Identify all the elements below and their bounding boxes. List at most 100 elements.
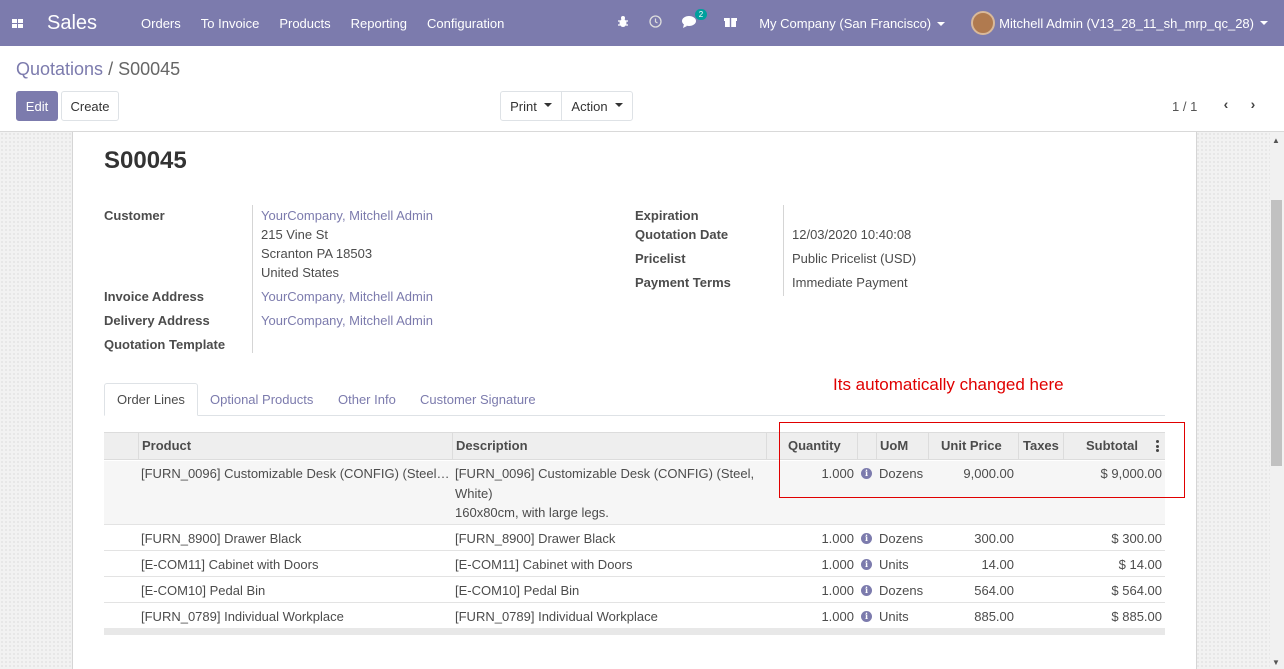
row-unit-price[interactable]: 564.00 <box>930 583 1014 598</box>
row-product[interactable]: [FURN_0789] Individual Workplace <box>141 609 344 624</box>
info-icon[interactable]: i <box>861 559 872 570</box>
row-description[interactable]: [FURN_0789] Individual Workplace <box>455 609 658 624</box>
row-quantity[interactable]: 1.000 <box>790 557 854 572</box>
row-quantity[interactable]: 1.000 <box>790 609 854 624</box>
info-icon[interactable]: i <box>861 533 872 544</box>
table-footer <box>104 628 1165 635</box>
customer-label: Customer <box>104 208 165 223</box>
tab-other-info[interactable]: Other Info <box>338 383 396 416</box>
clock-icon[interactable] <box>649 15 662 31</box>
column-separator <box>138 433 139 459</box>
breadcrumb-quotations[interactable]: Quotations <box>16 59 103 79</box>
invoice-address-label: Invoice Address <box>104 289 204 304</box>
column-header-product[interactable]: Product <box>142 438 191 453</box>
menu-reporting[interactable]: Reporting <box>351 16 407 31</box>
action-dropdown[interactable]: Action <box>561 91 633 121</box>
annotation-text: Its automatically changed here <box>833 375 1064 394</box>
info-icon[interactable]: i <box>861 585 872 596</box>
customer-street: 215 Vine St <box>261 227 328 242</box>
payment-terms-field: Immediate Payment <box>792 275 908 290</box>
action-label: Action <box>571 98 608 114</box>
row-unit-price[interactable]: 300.00 <box>930 531 1014 546</box>
pricelist-label: Pricelist <box>635 251 686 266</box>
customer-country: United States <box>261 265 340 280</box>
quotation-date-label: Quotation Date <box>635 227 729 242</box>
tab-customer-signature[interactable]: Customer Signature <box>420 383 536 416</box>
gift-icon[interactable] <box>724 15 738 31</box>
annotation-highlight-box <box>779 422 1185 498</box>
invoice-address-field[interactable]: YourCompany, Mitchell Admin <box>261 289 433 304</box>
row-product[interactable]: [E-COM10] Pedal Bin <box>141 583 265 598</box>
row-description[interactable]: [E-COM11] Cabinet with Doors <box>455 557 633 572</box>
quotation-date-field: 12/03/2020 10:40:08 <box>792 227 912 242</box>
company-name: My Company (San Francisco) <box>759 15 932 31</box>
scroll-up-icon[interactable]: ▲ <box>1272 136 1280 145</box>
menu-products[interactable]: Products <box>279 16 330 31</box>
row-unit-price[interactable]: 885.00 <box>930 609 1014 624</box>
row-divider <box>104 602 1165 603</box>
column-separator <box>452 433 453 459</box>
bug-icon[interactable] <box>617 15 629 31</box>
field-divider <box>783 205 784 296</box>
menu-orders[interactable]: Orders <box>141 16 181 31</box>
chevron-down-icon <box>937 22 946 27</box>
customer-field[interactable]: YourCompany, Mitchell Admin <box>261 208 433 223</box>
chat-icon[interactable]: 2 <box>682 9 708 31</box>
chevron-down-icon <box>614 103 623 107</box>
print-label: Print <box>510 98 537 114</box>
apps-menu-icon[interactable] <box>0 0 34 46</box>
row-description[interactable]: [FURN_8900] Drawer Black <box>455 531 615 546</box>
delivery-address-field[interactable]: YourCompany, Mitchell Admin <box>261 313 433 328</box>
row-quantity[interactable]: 1.000 <box>790 531 854 546</box>
payment-terms-label: Payment Terms <box>635 275 731 290</box>
row-uom[interactable]: Dozens <box>879 583 923 598</box>
row-subtotal: $ 300.00 <box>1111 531 1162 546</box>
breadcrumb-separator: / <box>108 59 114 79</box>
expiration-label: Expiration <box>635 208 699 223</box>
row-uom[interactable]: Units <box>879 557 909 572</box>
row-uom[interactable]: Units <box>879 609 909 624</box>
column-header-description[interactable]: Description <box>456 438 528 453</box>
quotation-template-label: Quotation Template <box>104 337 226 352</box>
row-divider <box>104 550 1165 551</box>
breadcrumb-current: S00045 <box>118 59 181 79</box>
field-divider <box>252 205 253 353</box>
row-subtotal: $ 14.00 <box>1118 557 1162 572</box>
user-menu[interactable]: Mitchell Admin (V13_28_11_sh_mrp_qc_28) <box>971 11 1268 35</box>
pager-value[interactable]: 1 / 1 <box>1172 99 1197 114</box>
customer-city: Scranton PA 18503 <box>261 246 373 261</box>
row-uom[interactable]: Dozens <box>879 531 923 546</box>
row-product[interactable]: [FURN_8900] Drawer Black <box>141 531 301 546</box>
tab-optional-products[interactable]: Optional Products <box>210 383 313 416</box>
pager-previous-icon[interactable]: ‹ <box>1219 96 1233 116</box>
menu-to-invoice[interactable]: To Invoice <box>201 16 260 31</box>
row-unit-price[interactable]: 14.00 <box>930 557 1014 572</box>
top-navbar: Sales Orders To Invoice Products Reporti… <box>0 0 1284 46</box>
create-button[interactable]: Create <box>61 91 119 121</box>
breadcrumb: Quotations / S00045 <box>16 59 180 80</box>
scrollbar-thumb[interactable] <box>1271 200 1282 466</box>
row-quantity[interactable]: 1.000 <box>790 583 854 598</box>
print-dropdown[interactable]: Print <box>500 91 562 121</box>
delivery-address-label: Delivery Address <box>104 313 210 328</box>
info-icon[interactable]: i <box>861 611 872 622</box>
messages-badge: 2 <box>694 9 708 20</box>
company-switcher[interactable]: My Company (San Francisco) <box>759 15 946 31</box>
pager-next-icon[interactable]: › <box>1246 96 1260 116</box>
row-divider <box>104 576 1165 577</box>
scroll-down-icon[interactable]: ▼ <box>1272 658 1280 667</box>
column-separator <box>766 433 767 459</box>
chevron-down-icon <box>1260 21 1268 25</box>
tab-order-lines[interactable]: Order Lines <box>104 383 198 416</box>
edit-button[interactable]: Edit <box>16 91 58 121</box>
row-product[interactable]: [E-COM11] Cabinet with Doors <box>141 557 319 572</box>
menu-configuration[interactable]: Configuration <box>427 16 504 31</box>
row-description[interactable]: [E-COM10] Pedal Bin <box>455 583 579 598</box>
app-name[interactable]: Sales <box>47 12 97 35</box>
row-subtotal: $ 885.00 <box>1111 609 1162 624</box>
row-description[interactable]: White) <box>455 486 493 501</box>
row-description[interactable]: [FURN_0096] Customizable Desk (CONFIG) (… <box>455 466 754 481</box>
avatar <box>971 11 996 35</box>
row-product[interactable]: [FURN_0096] Customizable Desk (CONFIG) (… <box>141 466 449 481</box>
row-description[interactable]: 160x80cm, with large legs. <box>455 505 609 520</box>
